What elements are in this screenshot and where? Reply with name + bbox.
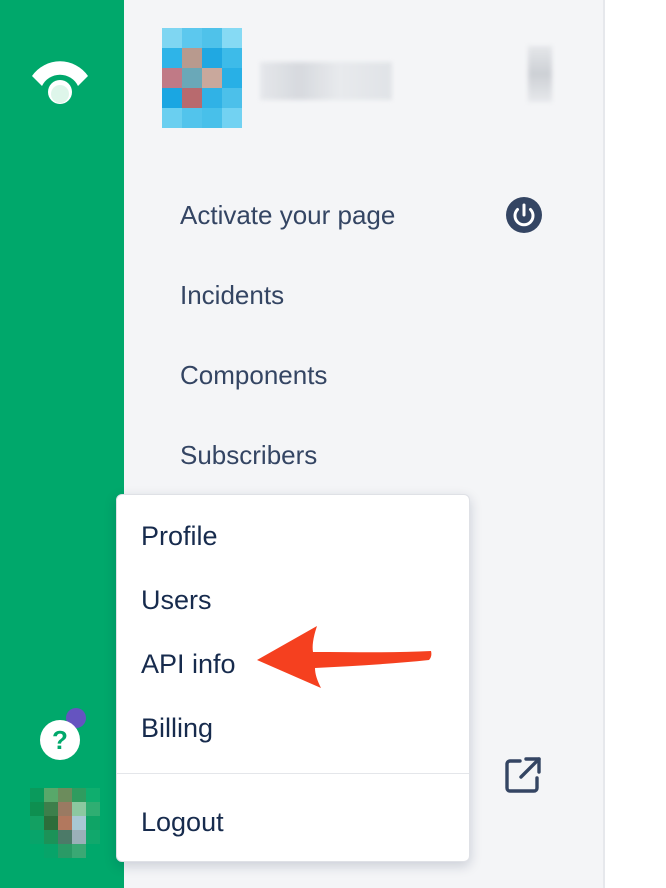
redacted-mark — [528, 46, 552, 102]
user-avatar[interactable] — [30, 788, 100, 858]
power-icon[interactable] — [505, 196, 543, 234]
left-rail: ? — [0, 0, 124, 888]
menu-item-billing[interactable]: Billing — [141, 713, 213, 744]
highlight-arrow-icon — [257, 626, 432, 688]
page-name-redacted — [260, 62, 392, 100]
nav-incidents[interactable]: Incidents — [180, 280, 284, 311]
menu-item-profile[interactable]: Profile — [141, 521, 218, 552]
statuspage-logo-icon[interactable] — [28, 56, 92, 104]
panel-divider — [603, 0, 605, 888]
menu-item-api-info[interactable]: API info — [141, 649, 236, 680]
menu-divider — [117, 773, 469, 774]
page-avatar[interactable] — [162, 28, 242, 128]
nav-subscribers[interactable]: Subscribers — [180, 440, 317, 471]
menu-item-users[interactable]: Users — [141, 585, 212, 616]
nav-components[interactable]: Components — [180, 360, 327, 391]
external-link-icon[interactable] — [504, 756, 542, 794]
nav-activate-page[interactable]: Activate your page — [180, 200, 395, 231]
help-icon[interactable]: ? — [40, 720, 80, 760]
menu-item-logout[interactable]: Logout — [141, 807, 224, 838]
help-icon-label: ? — [52, 724, 68, 755]
